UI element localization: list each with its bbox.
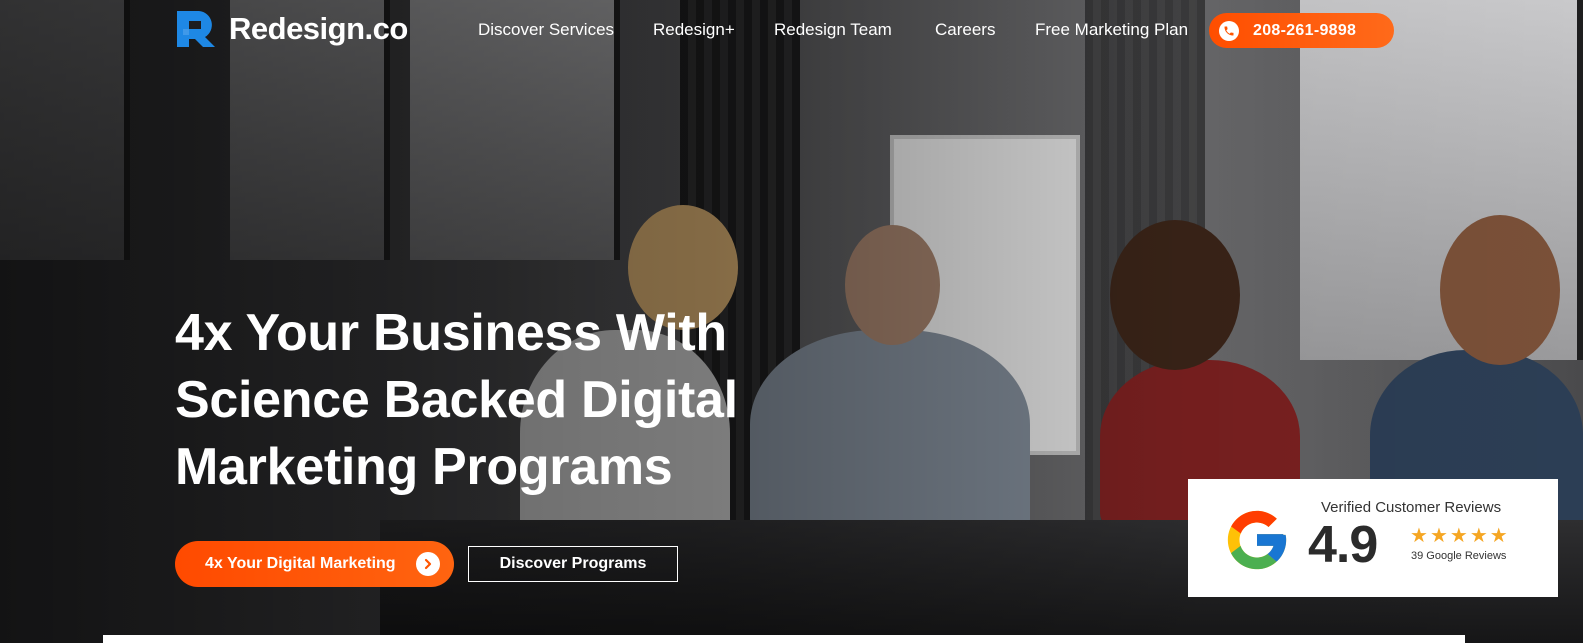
reviews-title: Verified Customer Reviews [1321, 499, 1502, 516]
redesign-r-logo-icon [175, 9, 219, 49]
star-icon: ★ [1449, 523, 1468, 547]
site-logo[interactable]: Redesign.co [175, 9, 408, 49]
rating-score: 4.9 [1308, 516, 1378, 574]
headline-line: Marketing Programs [175, 438, 673, 496]
review-count: 39 Google Reviews [1411, 550, 1507, 562]
phone-icon [1219, 20, 1239, 41]
logo-text: Redesign.co [229, 11, 408, 46]
nav-careers[interactable]: Careers [935, 20, 995, 40]
nav-free-marketing-plan[interactable]: Free Marketing Plan [1035, 20, 1188, 40]
primary-cta-button[interactable]: 4x Your Digital Marketing [175, 541, 454, 587]
chevron-right-icon [416, 552, 440, 576]
phone-number: 208-261-9898 [1253, 21, 1357, 39]
headline-line: Science Backed Digital [175, 371, 738, 429]
star-rating: ★ ★ ★ ★ ★ [1410, 525, 1508, 545]
discover-programs-button[interactable]: Discover Programs [468, 546, 678, 582]
headline-line: 4x Your Business With [175, 304, 727, 362]
google-reviews-badge[interactable]: Verified Customer Reviews 4.9 ★ ★ ★ ★ ★ … [1188, 479, 1558, 597]
google-g-icon [1222, 505, 1292, 575]
section-divider [103, 635, 1465, 643]
hero-headline: 4x Your Business With Science Backed Dig… [175, 300, 815, 501]
star-icon: ★ [1489, 523, 1508, 547]
star-icon: ★ [1469, 523, 1488, 547]
nav-redesign-team[interactable]: Redesign Team [774, 20, 892, 40]
top-navigation: Redesign.co Discover Services Redesign+ … [0, 0, 1583, 60]
nav-discover-services[interactable]: Discover Services [478, 20, 614, 40]
nav-redesign-plus[interactable]: Redesign+ [653, 20, 735, 40]
primary-cta-label: 4x Your Digital Marketing [205, 555, 396, 572]
star-icon: ★ [1410, 523, 1428, 547]
secondary-cta-label: Discover Programs [499, 555, 647, 572]
phone-call-button[interactable]: 208-261-9898 [1209, 13, 1394, 48]
star-icon: ★ [1429, 523, 1448, 547]
